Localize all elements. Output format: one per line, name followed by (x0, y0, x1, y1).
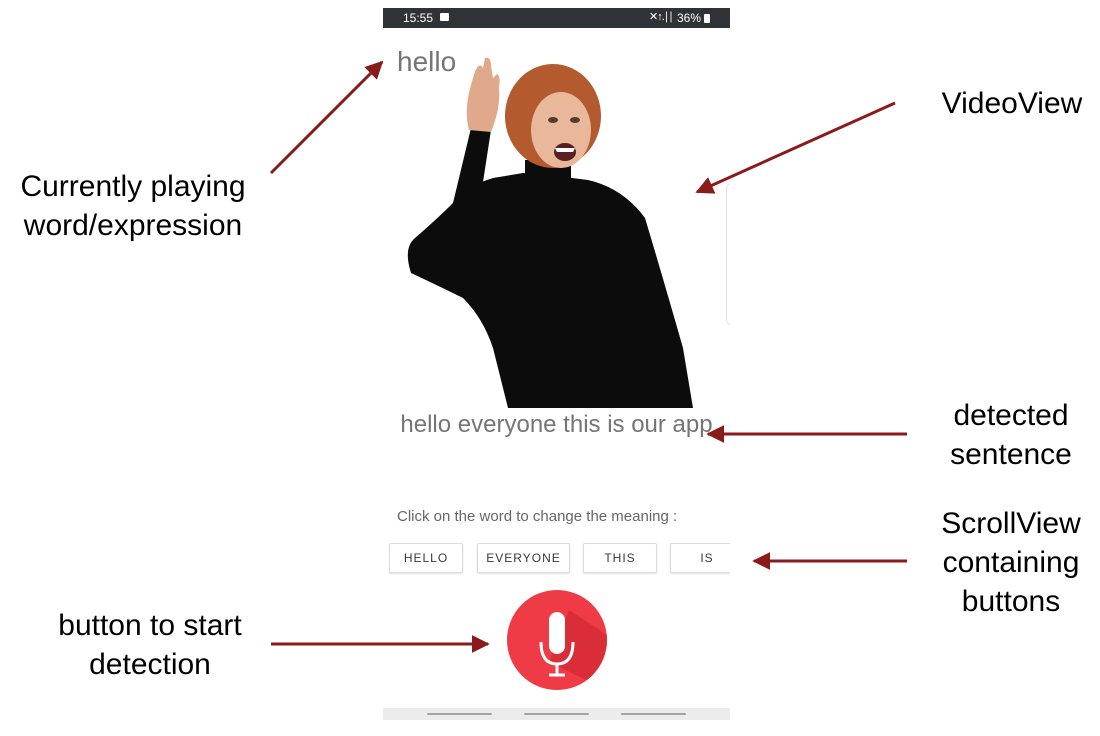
callout-detected-sentence: detected sentence (920, 396, 1100, 474)
callout-start-button: button to start detection (40, 606, 260, 684)
detected-sentence: hello everyone this is our app (400, 411, 713, 438)
status-bar: 15:55 ✕↑.∣∣ 36% (383, 8, 730, 28)
callout-video-view-text: VideoView (941, 87, 1083, 120)
nav-back-icon[interactable] (621, 713, 686, 715)
battery-percent: 36% (677, 11, 702, 25)
video-view[interactable] (383, 48, 730, 408)
callout-current-word: Currently playing word/expression (10, 167, 256, 245)
arrow-current-word (269, 60, 384, 175)
word-button-everyone[interactable]: EVERYONE (477, 543, 570, 573)
nav-home-icon[interactable] (524, 713, 589, 715)
word-button-this[interactable]: THIS (583, 543, 657, 573)
hint-text: Click on the word to change the meaning … (397, 508, 678, 525)
callout-detected-sentence-text: detected sentence (950, 399, 1072, 471)
navigation-bar (383, 708, 730, 720)
word-button-hello[interactable]: HELLO (389, 543, 463, 573)
signer-figure (407, 57, 693, 408)
current-word-label: hello (397, 46, 457, 77)
word-buttons-scrollview[interactable]: HELLO EVERYONE THIS IS (389, 543, 730, 575)
signal-icon: ✕↑.∣∣ (649, 11, 674, 23)
status-time: 15:55 (403, 11, 434, 25)
callout-video-view: VideoView (922, 84, 1100, 123)
start-detection-button[interactable] (507, 590, 607, 690)
microphone-icon (539, 610, 607, 690)
battery-icon (704, 14, 710, 23)
word-button-is[interactable]: IS (670, 543, 730, 573)
callout-start-button-text: button to start detection (58, 609, 242, 681)
gallery-notification-icon (440, 13, 449, 21)
nav-recents-icon[interactable] (427, 713, 492, 715)
callout-scroll-view-text: ScrollView containing buttons (941, 507, 1081, 618)
callout-current-word-text: Currently playing word/expression (20, 170, 246, 242)
callout-scroll-view: ScrollView containing buttons (920, 504, 1100, 621)
phone-screen: 15:55 ✕↑.∣∣ 36% hello hello everyone thi… (383, 8, 730, 720)
scroll-indicator (726, 183, 730, 325)
